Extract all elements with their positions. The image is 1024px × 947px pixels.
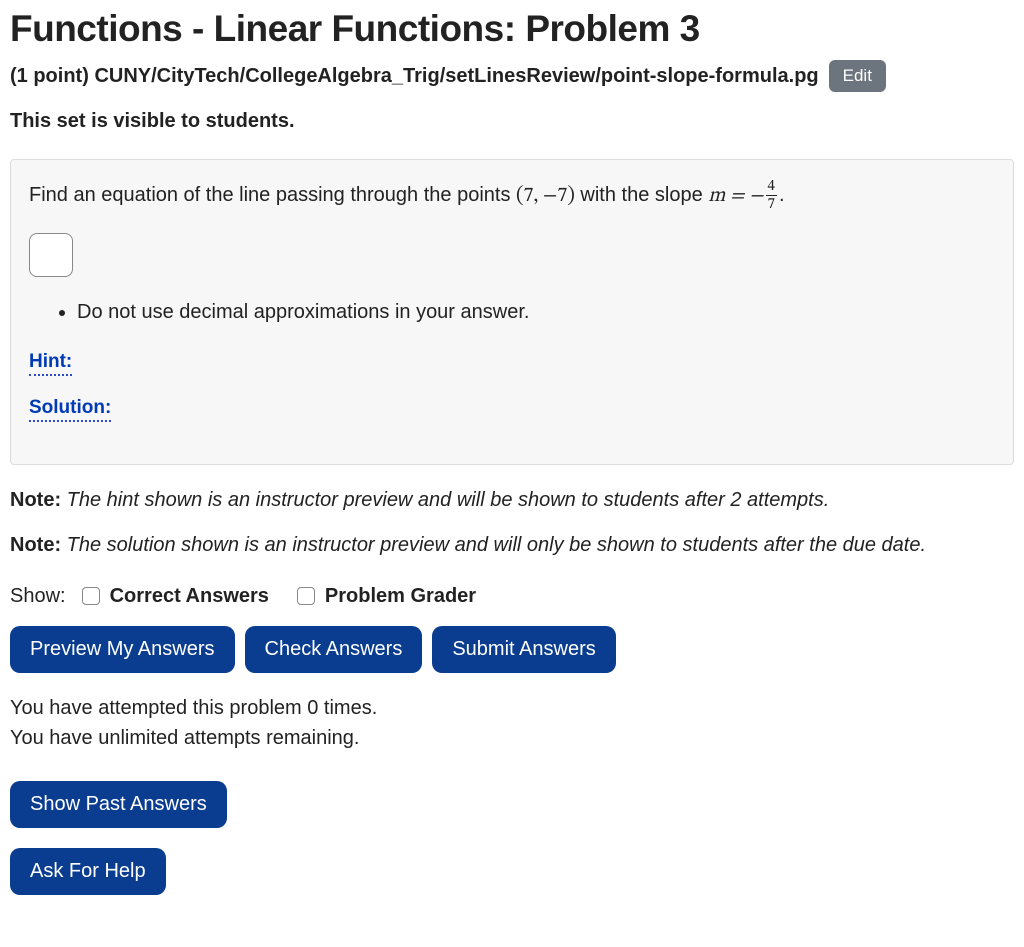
solution-note-body: The solution shown is an instructor prev…: [61, 534, 926, 556]
note-label: Note:: [10, 534, 61, 556]
points-path: (1 point) CUNY/CityTech/CollegeAlgebra_T…: [10, 65, 819, 88]
problem-path: CUNY/CityTech/CollegeAlgebra_Trig/setLin…: [94, 65, 818, 87]
correct-answers-label: Correct Answers: [110, 585, 269, 608]
point-comma: ,: [533, 186, 543, 206]
hint-note-body: The hint shown is an instructor preview …: [61, 489, 829, 511]
secondary-buttons: Show Past Answers Ask For Help: [10, 781, 1014, 895]
solution-note: Note: The solution shown is an instructo…: [10, 534, 1014, 557]
attempts-line-1: You have attempted this problem 0 times.: [10, 693, 1014, 723]
show-label: Show:: [10, 585, 66, 608]
problem-suffix: .: [779, 184, 785, 206]
action-button-row: Preview My Answers Check Answers Submit …: [10, 626, 1014, 673]
preview-answers-button[interactable]: Preview My Answers: [10, 626, 235, 673]
attempts-line-2: You have unlimited attempts remaining.: [10, 723, 1014, 753]
correct-answers-checkbox[interactable]: [82, 587, 100, 605]
point-y: −7: [543, 186, 567, 206]
problem-prefix: Find an equation of the line passing thr…: [29, 184, 516, 206]
problem-mid: with the slope: [575, 184, 708, 206]
point-x: 7: [524, 186, 534, 206]
m-equals: m = −: [708, 186, 763, 206]
problem-grader-label: Problem Grader: [325, 585, 476, 608]
problem-statement: Find an equation of the line passing thr…: [29, 180, 995, 213]
fraction-numerator: 4: [766, 179, 777, 196]
show-options-row: Show: Correct Answers Problem Grader: [10, 585, 1014, 608]
submit-answers-button[interactable]: Submit Answers: [432, 626, 615, 673]
page-title: Functions - Linear Functions: Problem 3: [10, 8, 1014, 50]
answer-input[interactable]: [29, 233, 73, 277]
show-past-answers-button[interactable]: Show Past Answers: [10, 781, 227, 828]
solution-toggle[interactable]: Solution:: [29, 398, 111, 422]
slope-fraction: 47: [766, 179, 777, 212]
points: (1 point): [10, 65, 89, 87]
fraction-denominator: 7: [766, 196, 777, 212]
instruction-list: Do not use decimal approximations in you…: [77, 301, 995, 324]
problem-grader-checkbox[interactable]: [297, 587, 315, 605]
visibility-notice: This set is visible to students.: [10, 110, 1014, 133]
note-label: Note:: [10, 489, 61, 511]
hint-note: Note: The hint shown is an instructor pr…: [10, 489, 1014, 512]
problem-panel: Find an equation of the line passing thr…: [10, 159, 1014, 465]
point-open: (: [516, 185, 524, 206]
instruction-item: Do not use decimal approximations in you…: [77, 301, 995, 324]
point-close: ): [567, 185, 575, 206]
attempts-info: You have attempted this problem 0 times.…: [10, 693, 1014, 753]
check-answers-button[interactable]: Check Answers: [245, 626, 423, 673]
edit-button[interactable]: Edit: [829, 60, 886, 92]
hint-toggle[interactable]: Hint:: [29, 352, 72, 376]
meta-row: (1 point) CUNY/CityTech/CollegeAlgebra_T…: [10, 60, 1014, 92]
ask-for-help-button[interactable]: Ask For Help: [10, 848, 166, 895]
